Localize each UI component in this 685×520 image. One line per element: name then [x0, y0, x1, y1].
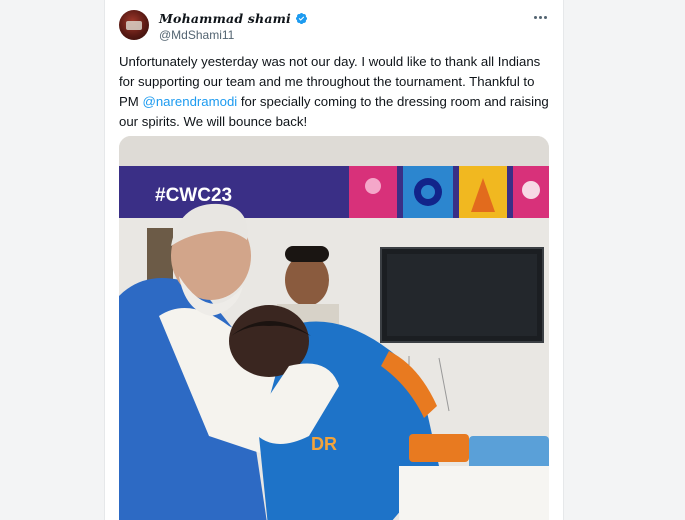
author-display-name[interactable]: Mohammad shami	[159, 11, 291, 26]
profile-avatar[interactable]	[119, 10, 149, 40]
verified-badge-icon	[295, 12, 308, 25]
banner-hashtag: #CWC23	[155, 185, 232, 206]
dressing-room-photo: #CWC23 DR	[119, 136, 549, 520]
tweet-photo[interactable]: #CWC23 DR	[119, 136, 549, 520]
tweet-card[interactable]: Mohammad shami @MdShami11 Unfortunately …	[104, 0, 564, 520]
jersey-lettering: DR	[311, 434, 337, 454]
author-name-row[interactable]: Mohammad shami	[159, 11, 308, 26]
author-handle[interactable]: @MdShami11	[159, 28, 234, 42]
tweet-text: Unfortunately yesterday was not our day.…	[119, 52, 551, 132]
more-options-icon[interactable]	[531, 10, 549, 24]
mention-link[interactable]: @narendramodi	[142, 94, 237, 109]
